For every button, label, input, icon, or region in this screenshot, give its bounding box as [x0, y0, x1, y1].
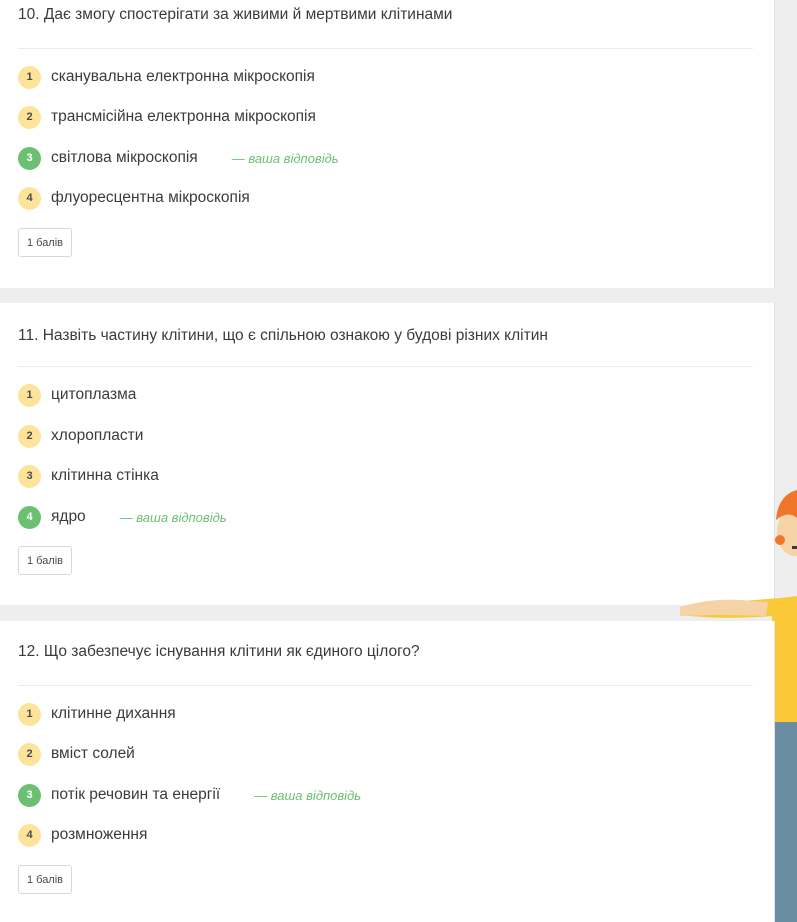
score-badge: 1 балів	[18, 228, 72, 257]
option-text: клітинна стінка	[51, 467, 159, 484]
answer-option-4: 4 розмноження	[18, 823, 147, 847]
answer-option-3: 3 потік речовин та енергії — ваша відпов…	[18, 783, 361, 807]
score-badge: 1 балів	[18, 546, 72, 575]
answer-option-2: 2 хлоропласти	[18, 424, 143, 448]
question-title: 12. Що забезпечує існування клітини як є…	[18, 643, 420, 660]
divider	[18, 48, 753, 49]
answer-option-2: 2 вміст солей	[18, 742, 135, 766]
option-text: трансмісійна електронна мікроскопія	[51, 108, 316, 125]
question-title: 10. Дає змогу спостерігати за живими й м…	[18, 6, 453, 23]
answer-option-3: 3 світлова мікроскопія — ваша відповідь	[18, 146, 339, 170]
answer-option-2: 2 трансмісійна електронна мікроскопія	[18, 105, 316, 129]
option-text: хлоропласти	[51, 427, 144, 444]
option-text: вміст солей	[51, 745, 135, 762]
option-text: потік речовин та енергії	[51, 786, 221, 803]
option-number-badge: 2	[18, 424, 41, 448]
your-answer-label: — ваша відповідь	[231, 150, 339, 166]
question-title: 11. Назвіть частину клітини, що є спільн…	[18, 327, 548, 344]
question-card-10: 10. Дає змогу спостерігати за живими й м…	[0, 0, 775, 288]
answer-option-1: 1 сканувальна електронна мікроскопія	[18, 65, 315, 89]
option-number-badge-selected: 3	[18, 146, 41, 170]
option-number-badge: 4	[18, 823, 41, 847]
option-text: світлова мікроскопія	[51, 149, 198, 166]
option-number-badge: 2	[18, 742, 41, 766]
option-number-badge: 2	[18, 105, 41, 129]
answer-option-1: 1 клітинне дихання	[18, 702, 176, 726]
option-number-badge: 1	[18, 383, 41, 407]
option-number-badge-selected: 3	[18, 783, 41, 807]
answer-option-4: 4 ядро — ваша відповідь	[18, 505, 227, 529]
score-badge: 1 балів	[18, 865, 72, 894]
option-text: ядро	[51, 508, 86, 525]
option-number-badge: 3	[18, 464, 41, 488]
question-card-12: 12. Що забезпечує існування клітини як є…	[0, 621, 775, 922]
option-number-badge: 4	[18, 186, 41, 210]
your-answer-label: — ваша відповідь	[254, 787, 362, 803]
divider	[18, 685, 753, 686]
divider	[18, 366, 753, 367]
option-text: клітинне дихання	[51, 705, 176, 722]
option-number-badge-selected: 4	[18, 505, 41, 529]
option-text: розмноження	[51, 826, 148, 843]
option-text: сканувальна електронна мікроскопія	[51, 68, 315, 85]
answer-option-4: 4 флуоресцентна мікроскопія	[18, 186, 250, 210]
question-card-11: 11. Назвіть частину клітини, що є спільн…	[0, 303, 775, 605]
answer-option-3: 3 клітинна стінка	[18, 464, 159, 488]
option-number-badge: 1	[18, 65, 41, 89]
your-answer-label: — ваша відповідь	[119, 509, 227, 525]
option-text: цитоплазма	[51, 386, 137, 403]
option-text: флуоресцентна мікроскопія	[51, 189, 250, 206]
option-number-badge: 1	[18, 702, 41, 726]
answer-option-1: 1 цитоплазма	[18, 383, 136, 407]
